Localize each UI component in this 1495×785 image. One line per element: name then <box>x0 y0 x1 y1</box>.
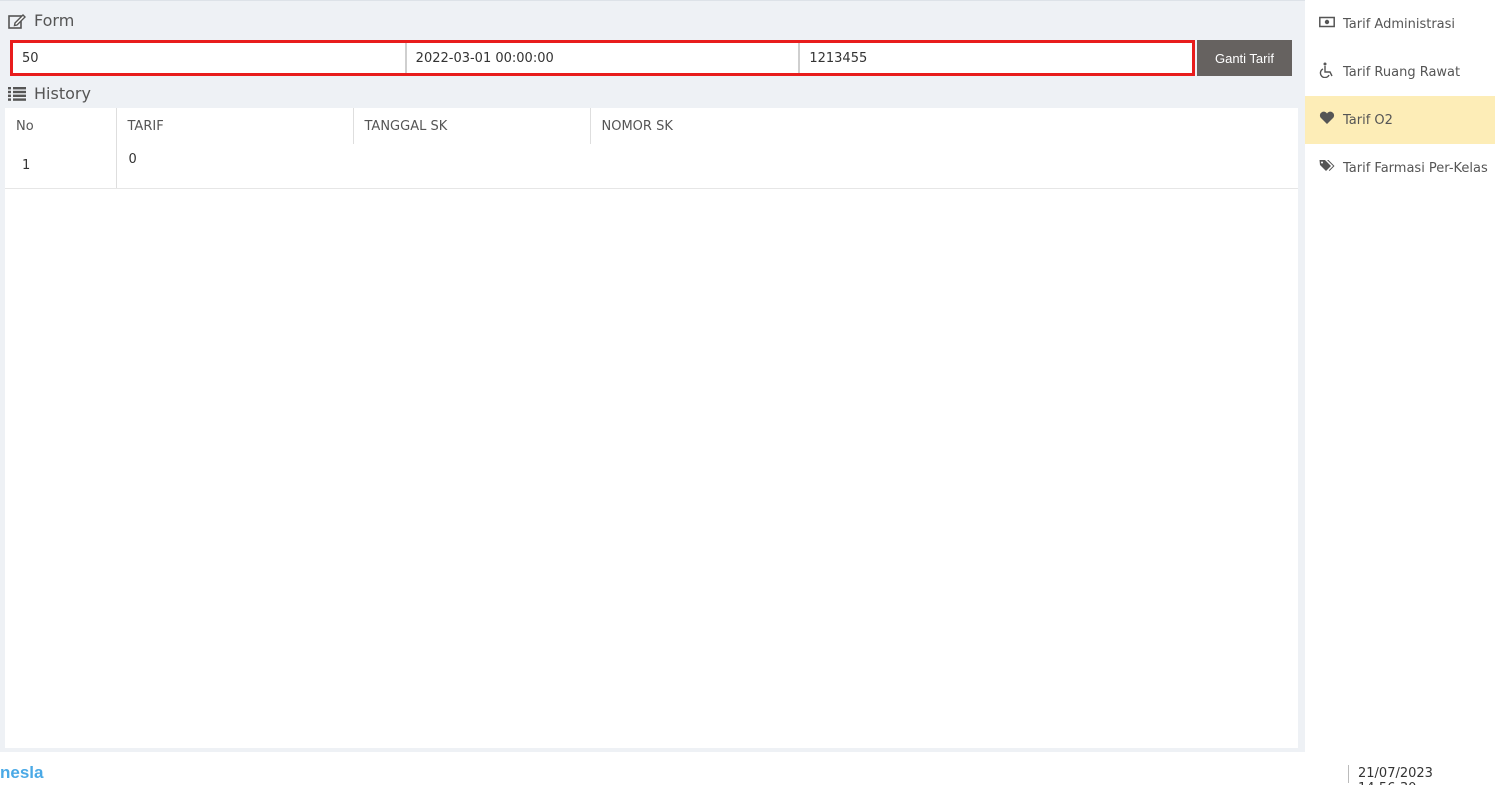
list-icon <box>8 86 26 101</box>
money-icon <box>1319 16 1335 32</box>
cell-tanggal-sk <box>353 144 590 189</box>
footer-logo: nesla <box>0 763 44 782</box>
nomor-sk-input[interactable] <box>799 43 1193 73</box>
main-panel: Form Ganti Tarif History No <box>0 0 1305 752</box>
column-header-no[interactable]: No <box>5 108 117 144</box>
history-table: No TARIF TANGGAL SK NOMOR SK 1 0 <box>5 108 1298 189</box>
cell-no: 1 <box>5 144 117 189</box>
wheelchair-icon <box>1319 62 1335 82</box>
history-table-panel: No TARIF TANGGAL SK NOMOR SK 1 0 <box>5 108 1298 748</box>
sidebar-item-tarif-administrasi[interactable]: Tarif Administrasi <box>1305 0 1495 48</box>
cell-nomor-sk <box>590 144 1298 189</box>
column-header-nomor-sk[interactable]: NOMOR SK <box>590 108 1298 144</box>
ganti-tarif-button[interactable]: Ganti Tarif <box>1197 40 1292 76</box>
sidebar-item-tarif-farmasi-per-kelas[interactable]: Tarif Farmasi Per-Kelas <box>1305 144 1495 192</box>
column-header-tanggal-sk[interactable]: TANGGAL SK <box>353 108 591 144</box>
sidebar-item-tarif-ruang-rawat[interactable]: Tarif Ruang Rawat <box>1305 48 1495 96</box>
tarif-form-fields <box>10 40 1195 76</box>
sidebar: Tarif Administrasi Tarif Ruang Rawat Tar… <box>1305 0 1495 752</box>
heart-icon <box>1319 111 1335 129</box>
sidebar-item-label: Tarif Administrasi <box>1343 16 1456 32</box>
tags-icon <box>1319 159 1335 177</box>
sidebar-item-label: Tarif O2 <box>1343 112 1393 128</box>
table-row[interactable]: 1 0 <box>5 144 1298 189</box>
footer-divider <box>1348 765 1349 783</box>
tarif-input[interactable] <box>13 43 406 73</box>
column-header-tarif[interactable]: TARIF <box>116 108 354 144</box>
sidebar-item-label: Tarif Farmasi Per-Kelas <box>1343 160 1488 176</box>
form-title-label: Form <box>34 11 75 30</box>
history-section-title: History <box>8 84 91 103</box>
edit-icon <box>8 13 26 29</box>
table-header-row: No TARIF TANGGAL SK NOMOR SK <box>5 108 1298 144</box>
footer: nesla 21/07/2023 14:56:30 <box>0 752 1495 785</box>
footer-datetime: 21/07/2023 14:56:30 <box>1358 766 1433 785</box>
sidebar-item-tarif-o2[interactable]: Tarif O2 <box>1305 96 1495 144</box>
sidebar-item-label: Tarif Ruang Rawat <box>1343 64 1461 80</box>
form-section-title: Form <box>8 11 74 30</box>
tanggal-sk-input[interactable] <box>405 43 800 73</box>
history-title-label: History <box>34 84 91 103</box>
cell-tarif: 0 <box>116 144 353 189</box>
